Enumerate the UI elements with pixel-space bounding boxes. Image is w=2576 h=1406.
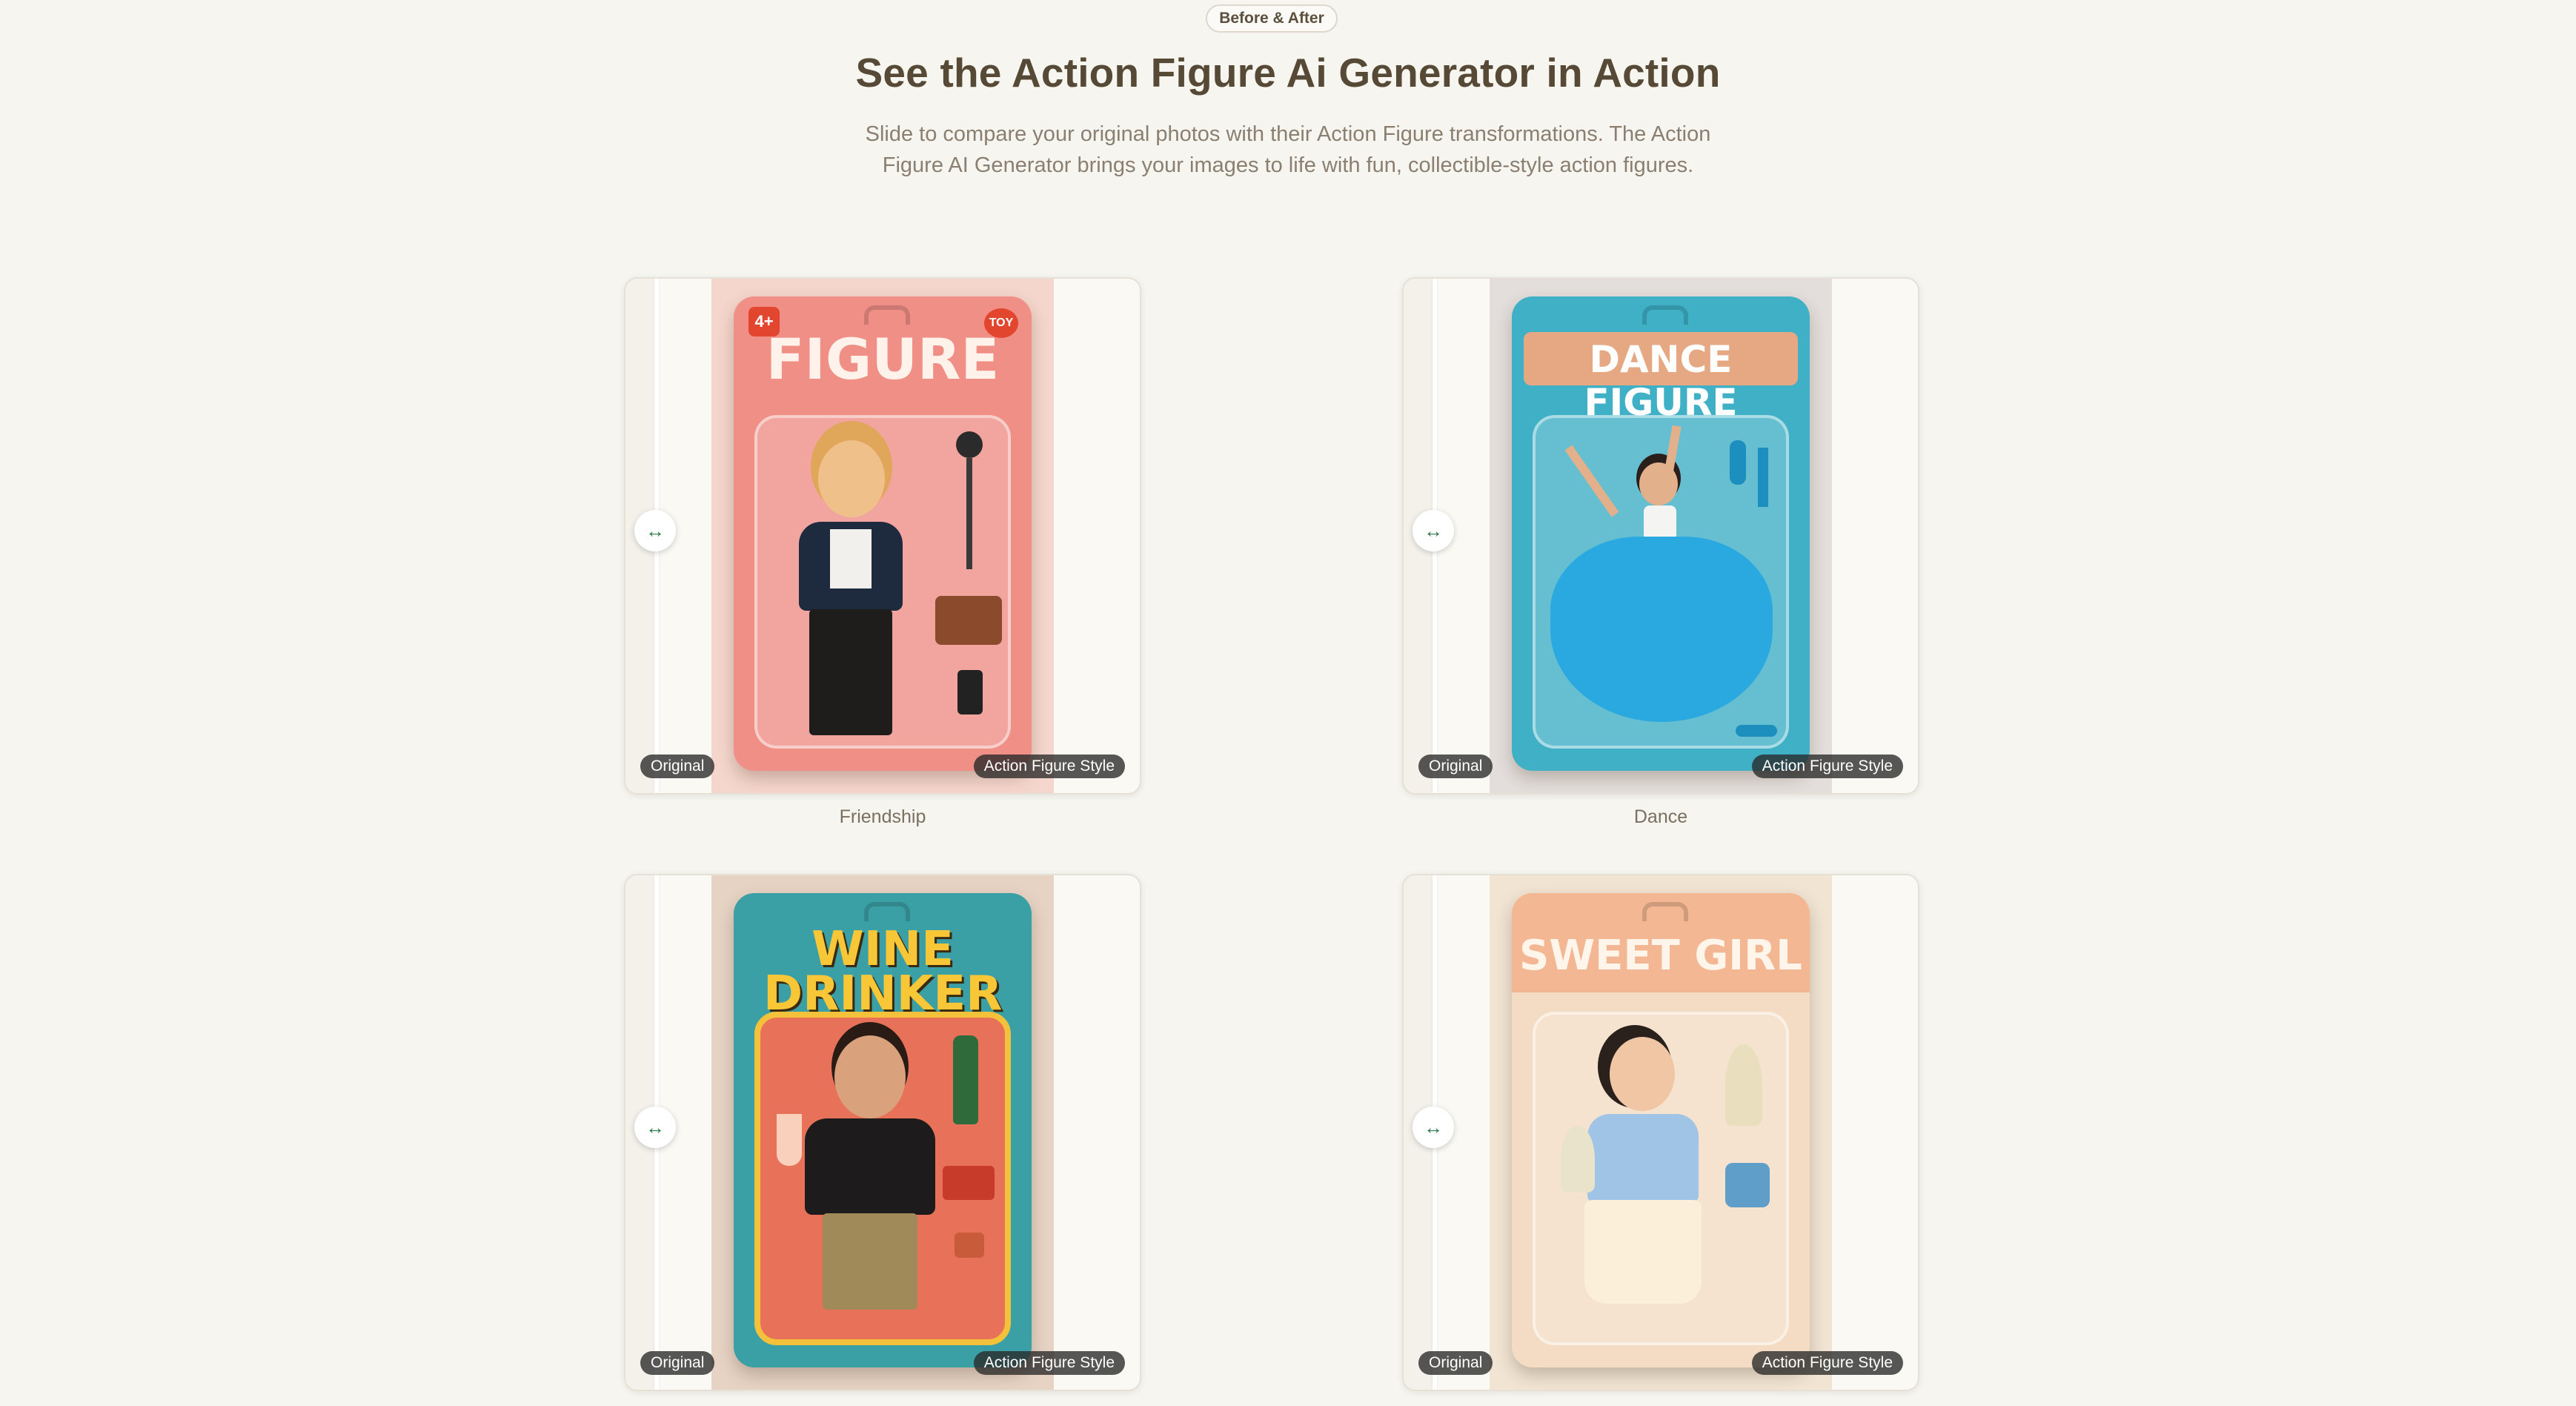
wine-glass-accessory xyxy=(777,1114,802,1166)
action-figure-style-label: Action Figure Style xyxy=(1751,755,1903,778)
hang-tab xyxy=(1642,902,1688,921)
action-figure-style-label: Action Figure Style xyxy=(1751,1351,1903,1375)
figure-head xyxy=(818,440,885,517)
comparison-card-wine-drinker[interactable]: WINE DRINKER ↔ Original Action Figure St… xyxy=(624,874,1141,1391)
hang-tab xyxy=(864,902,910,921)
section-badge: Before & After xyxy=(1206,4,1338,33)
original-label: Original xyxy=(1418,1351,1493,1375)
figure-package: 4+ TOY FIGURE xyxy=(734,296,1032,771)
action-figure-style-label: Action Figure Style xyxy=(973,1351,1125,1375)
figure-jacket xyxy=(1587,1114,1699,1203)
tripod-accessory xyxy=(956,431,983,458)
blister xyxy=(1533,415,1789,749)
original-label: Original xyxy=(640,1351,715,1375)
toolbox-accessory xyxy=(935,596,1002,645)
slider-handle-icon[interactable]: ↔ xyxy=(1413,1107,1454,1148)
card-caption: Dance xyxy=(1633,806,1688,827)
action-figure-image: WINE DRINKER xyxy=(711,875,1054,1390)
figure-package: DANCE FIGURE xyxy=(1512,296,1810,771)
package-title: WINE DRINKER xyxy=(763,922,1003,1021)
tripod-legs xyxy=(966,458,972,569)
comparison-card-friendship[interactable]: 4+ TOY FIGURE ↔ Original Action Figure S… xyxy=(624,277,1141,795)
comparison-card-sweet-girl[interactable]: SWEET GIRL ↔ Original Action Figure Styl… xyxy=(1402,874,1919,1391)
section-subtitle: Slide to compare your original photos wi… xyxy=(865,122,1711,177)
action-figure-style-label: Action Figure Style xyxy=(973,755,1125,778)
package-title: DANCE FIGURE xyxy=(1584,338,1738,424)
figure-package: WINE DRINKER xyxy=(734,893,1032,1367)
hang-tab xyxy=(1642,305,1688,325)
blister xyxy=(754,1012,1011,1345)
blister xyxy=(754,415,1011,749)
figure-skirt xyxy=(1584,1200,1702,1304)
card-caption: Friendship xyxy=(839,806,926,827)
original-label: Original xyxy=(640,755,715,778)
package-title: FIGURE xyxy=(766,326,1000,392)
stand-accessory xyxy=(1758,448,1768,507)
card-accessory xyxy=(943,1166,995,1200)
action-figure-image: 4+ TOY FIGURE xyxy=(711,279,1054,793)
figure-arm-left xyxy=(1564,445,1619,517)
comparison-card-dance[interactable]: DANCE FIGURE ↔ Original Action Figure St… xyxy=(1402,277,1919,795)
slider-handle-icon[interactable]: ↔ xyxy=(1413,510,1454,551)
figure-top xyxy=(830,529,872,588)
figure-skirt xyxy=(1550,537,1773,722)
package-title: SWEET GIRL xyxy=(1519,932,1802,980)
blister xyxy=(1533,1012,1789,1345)
hang-tab xyxy=(864,305,910,325)
wine-bottle-accessory xyxy=(953,1035,978,1124)
figure-head xyxy=(1610,1037,1675,1111)
figure-head xyxy=(834,1035,906,1118)
action-figure-image: SWEET GIRL xyxy=(1490,875,1832,1390)
slider-handle-icon[interactable]: ↔ xyxy=(634,510,676,551)
flowers-accessory xyxy=(1725,1044,1762,1126)
figure-pants xyxy=(823,1213,917,1310)
wallet-accessory xyxy=(955,1233,984,1258)
radio-accessory xyxy=(957,670,983,714)
dumbbell-accessory xyxy=(1736,725,1777,737)
shoe-accessory xyxy=(1730,440,1746,485)
slider-handle-icon[interactable]: ↔ xyxy=(634,1107,676,1148)
figure-pants xyxy=(809,609,892,735)
bouquet-accessory xyxy=(1561,1126,1595,1193)
action-figure-image: DANCE FIGURE xyxy=(1490,279,1832,793)
figure-shirt xyxy=(805,1118,935,1215)
figure-package: SWEET GIRL xyxy=(1512,893,1810,1367)
original-label: Original xyxy=(1418,755,1493,778)
handbag-accessory xyxy=(1725,1163,1770,1207)
section-title: See the Action Figure Ai Generator in Ac… xyxy=(855,50,1721,96)
